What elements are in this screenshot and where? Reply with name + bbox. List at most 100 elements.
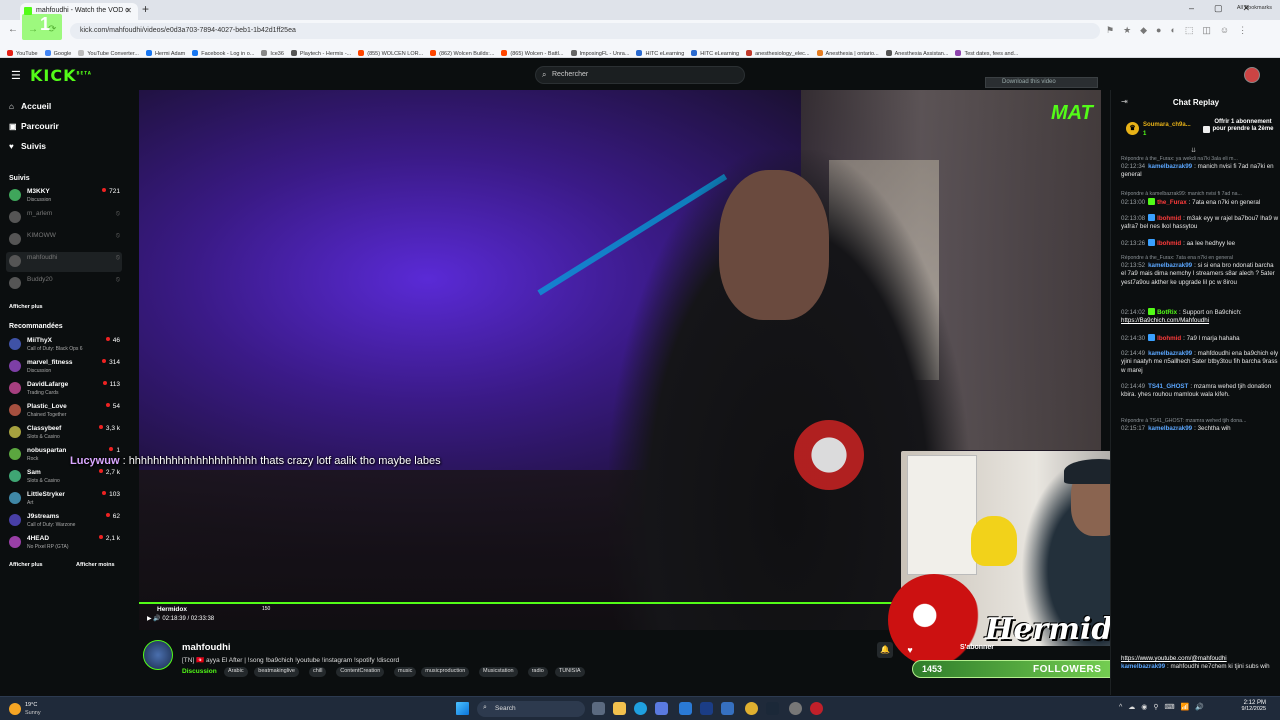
gift-sub-offer[interactable]: Offrir 1 abonnement pour prendre la 2ème: [1207, 119, 1279, 133]
stream-tag[interactable]: radio: [527, 667, 548, 677]
chat-text: mahfoudhi ne7chem ki tjini subs wih: [1170, 663, 1270, 671]
windows-start-icon[interactable]: [456, 702, 469, 715]
chat-link[interactable]: https://Ba9chich.com/Mahfoudhi: [1121, 317, 1209, 324]
bookmark-item[interactable]: (862) Wolcen Builds:...: [430, 46, 494, 57]
follow-heart-button[interactable]: ♥: [903, 642, 917, 658]
bookmark-item[interactable]: ImposingFL - Unra...: [570, 46, 629, 57]
bookmark-item[interactable]: YouTube: [7, 46, 38, 57]
chat-username[interactable]: kamelbazrak99: [1121, 663, 1165, 670]
chat-username[interactable]: Ibohmid: [1157, 335, 1181, 342]
store-icon[interactable]: [655, 702, 668, 715]
app-icon[interactable]: [700, 702, 713, 715]
chat-username[interactable]: the_Furax: [1157, 199, 1187, 206]
channel-name: KIMOWW: [27, 232, 56, 239]
red-app-icon[interactable]: [810, 702, 823, 715]
bookmark-item[interactable]: (865) Wolcen - Battl...: [501, 46, 564, 57]
chat-username[interactable]: kamelbazrak99: [1148, 350, 1192, 357]
sidebar-channel-row[interactable]: Classybeef Slots & Casino 3,3 k: [6, 423, 122, 443]
sidebar-item-parcourir[interactable]: ▣ Parcourir: [9, 121, 59, 131]
chat-timestamp: 02:14:30: [1121, 335, 1146, 342]
steam-icon[interactable]: [766, 702, 779, 715]
bookmark-item[interactable]: Ice36: [261, 46, 284, 57]
recommended-show-more[interactable]: Afficher plus: [9, 562, 43, 568]
stream-tag[interactable]: Musicstation: [479, 667, 518, 677]
bookmark-item[interactable]: Anesthesia Assistan...: [885, 46, 948, 57]
bookmark-item[interactable]: Anesthesia | ontario...: [816, 46, 879, 57]
chat-username[interactable]: kamelbazrak99: [1148, 163, 1192, 170]
stream-tag[interactable]: ContentCreation: [336, 667, 385, 677]
notification-bell-button[interactable]: 🔔: [877, 642, 893, 658]
chat-username[interactable]: kamelbazrak99: [1148, 425, 1192, 432]
channel-name[interactable]: mahfoudhi: [182, 642, 231, 653]
system-tray-icons[interactable]: ^☁◉⚲⌨📶🔊: [1119, 703, 1210, 711]
stream-tag[interactable]: chill: [309, 667, 327, 677]
chat-link[interactable]: https://www.youtube.com/@mahfoudhi: [1121, 655, 1227, 662]
close-tab-icon[interactable]: ✕: [125, 6, 132, 15]
sidebar-item-suivis[interactable]: ♥ Suivis: [9, 141, 46, 151]
download-video-button[interactable]: Download this video: [985, 77, 1098, 88]
recommended-show-less[interactable]: Afficher moins: [76, 562, 115, 568]
stream-tag[interactable]: Arabic: [224, 667, 248, 677]
sidebar-channel-row[interactable]: MiiThyX Call of Duty: Black Ops 6 46: [6, 335, 122, 355]
stream-tag[interactable]: beatmakinglive: [254, 667, 299, 677]
stream-category[interactable]: Discussion: [182, 668, 217, 675]
url-field[interactable]: kick.com/mahfoudhi/videos/e0d3a703-7894-…: [70, 23, 1100, 39]
stream-tag[interactable]: music: [394, 667, 417, 677]
collapse-chat-icon[interactable]: ⇥: [1121, 97, 1128, 106]
sidebar-channel-row[interactable]: LittleStryker Art 103: [6, 489, 122, 509]
channel-name: marvel_fitness: [27, 359, 73, 366]
sidebar-channel-row[interactable]: 4HEAD No Pixel RP (GTA) 2,1 k: [6, 533, 122, 553]
hamburger-menu-icon[interactable]: ☰: [11, 69, 21, 82]
sidebar-channel-row[interactable]: M3KKY Discussion 721: [6, 186, 122, 206]
bookmark-item[interactable]: HITC eLearning: [636, 46, 684, 57]
pinned-gift-banner[interactable]: ♛ Soumara_ch9a... 1 Offrir 1 abonnement …: [1121, 118, 1277, 144]
bookmark-item[interactable]: Test dates, fees and...: [955, 46, 1018, 57]
bookmark-item[interactable]: Hermi Adam: [145, 46, 185, 57]
chat-username[interactable]: TS41_GHOST: [1148, 383, 1188, 390]
sidebar-channel-row[interactable]: Plastic_Love Chained Together 54: [6, 401, 122, 421]
chat-username[interactable]: Ibohmid: [1157, 215, 1181, 222]
sidebar-item-accueil[interactable]: ⌂ Accueil: [9, 101, 51, 111]
chat-username[interactable]: Ibohmid: [1157, 240, 1181, 247]
bookmark-item[interactable]: Facebook - Log in o...: [192, 46, 254, 57]
chat-username[interactable]: kamelbazrak99: [1148, 262, 1192, 269]
bookmark-item[interactable]: Google: [44, 46, 71, 57]
sidebar-channel-row[interactable]: DavidLafarge Trading Cards 113: [6, 379, 122, 399]
bookmark-item[interactable]: HITC eLearning: [691, 46, 739, 57]
outlook-icon[interactable]: [721, 702, 734, 715]
sidebar-channel-row[interactable]: KIMOWW ⦸: [6, 230, 122, 250]
edge-browser-icon[interactable]: [634, 702, 647, 715]
followed-show-more[interactable]: Afficher plus: [9, 304, 43, 310]
bookmark-item[interactable]: Playtech - Hermis -...: [290, 46, 351, 57]
extension-icons[interactable]: ⚑★◆●◐⬚◫☺⋮: [1106, 25, 1256, 36]
sidebar-channel-row[interactable]: m_arlem ⦸: [6, 208, 122, 228]
chat-timestamp: 02:13:52: [1121, 262, 1146, 269]
sidebar-channel-row[interactable]: mahfoudhi ⦸: [6, 252, 122, 272]
settings-gear-icon[interactable]: [789, 702, 802, 715]
chrome-icon[interactable]: [745, 702, 758, 715]
subscribe-button[interactable]: S'abonner: [960, 644, 994, 651]
user-avatar[interactable]: [1244, 67, 1260, 83]
all-bookmarks-link[interactable]: All Bookmarks: [1237, 0, 1272, 16]
stream-tag[interactable]: TUNISIA: [554, 667, 585, 677]
task-view-icon[interactable]: [592, 702, 605, 715]
new-tab-button[interactable]: +: [142, 2, 149, 16]
sidebar-channel-row[interactable]: Sam Slots & Casino 2,7 k: [6, 467, 122, 487]
bookmark-item[interactable]: YouTube Converter...: [78, 46, 139, 57]
chat-username[interactable]: BotRix: [1157, 309, 1177, 316]
sidebar-channel-row[interactable]: marvel_fitness Discussion 314: [6, 357, 122, 377]
search-input[interactable]: ⌕ Rechercher: [535, 66, 745, 84]
sidebar-channel-row[interactable]: Buddy20 ⦸: [6, 274, 122, 294]
channel-avatar[interactable]: [143, 640, 173, 670]
bookmark-item[interactable]: anesthesiology_elec...: [746, 46, 810, 57]
file-explorer-icon[interactable]: [613, 702, 626, 715]
play-icon[interactable]: ▶ 🔊: [147, 616, 162, 622]
sidebar-channel-row[interactable]: J9streams Call of Duty: Warzone 62: [6, 511, 122, 531]
bookmark-item[interactable]: (855) WOLCEN LOR...: [358, 46, 423, 57]
taskbar-clock[interactable]: 2:12 PM 9/12/2025: [1216, 700, 1266, 712]
mail-icon[interactable]: [679, 702, 692, 715]
scroll-down-icon[interactable]: ⇊: [1191, 147, 1196, 154]
stream-tag[interactable]: musicproduction: [421, 667, 470, 677]
kick-logo[interactable]: KICKBETA: [30, 66, 92, 85]
taskbar-search[interactable]: ⌕ Search: [477, 701, 585, 717]
